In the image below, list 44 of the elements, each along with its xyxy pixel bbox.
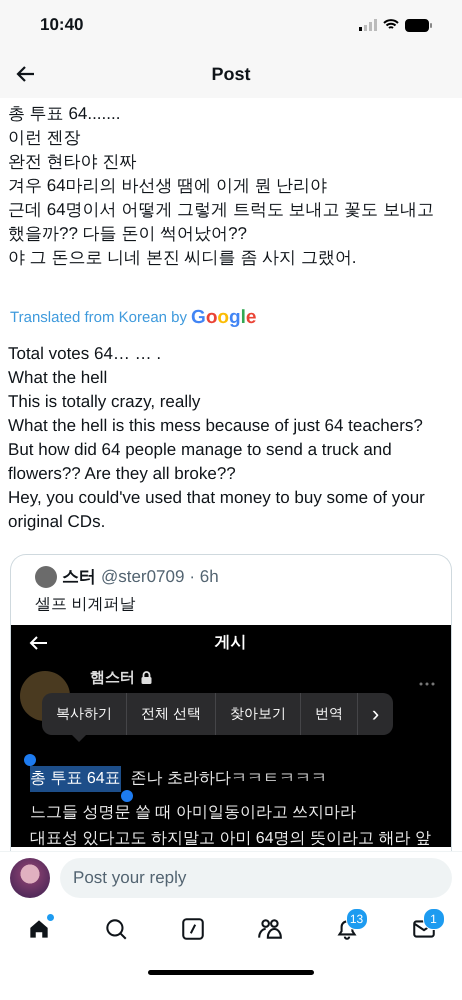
post-text-line: 총 투표 64....... [8,103,122,125]
translated-text-line: This is totally crazy, really [8,391,202,413]
screenshot-text: 존나 초라하다ㅋㅋㅌㅋㅋㅋ [130,769,328,789]
translated-text-line: But how did 64 people manage to send a truck and flowers?? Are they all broke?? [8,439,393,485]
menu-item[interactable]: 복사하기 [42,693,127,735]
compose-icon [180,916,206,942]
post-text-line: 겨우 64마리의 바선생 땜에 이게 뭔 난리야 [8,175,328,197]
author-name: 스터 [62,566,96,588]
count-badge: 13 [346,908,368,930]
screen-title: 게시 [214,633,246,653]
google-logo[interactable]: Google [191,306,256,330]
battery-icon [405,18,432,32]
translated-text-line: Total votes 64… … . [8,343,162,365]
screenshot-text: 느그들 성명문 쓸 때 아미일동이라고 쓰지마라 [29,803,358,823]
selected-text: 총 투표 64표 [30,766,121,792]
menu-item[interactable]: 찾아보기 [216,693,301,735]
count-badge: 1 [422,908,444,930]
avatar [35,566,57,588]
wifi-icon [383,19,399,31]
translation-label: Translated from Korean by [10,308,188,328]
translated-text-line: Hey, you could've used that money to buy some of your original CDs. [8,487,426,533]
user-avatar[interactable] [10,858,50,898]
back-arrow-icon [28,634,48,650]
author-handle: @ster0709 [101,566,184,586]
menu-item[interactable]: 전체 선택 [127,693,216,735]
post-text-line: 근데 64명이서 어떻게 그렇게 트럭도 보내고 꽃도 보내고 했을까?? 다들 돈이 썩어났어?? [8,199,435,245]
translated-text-line: What the hell is this mess because of just 64 teachers? [8,415,424,437]
menu-item[interactable]: › [358,693,394,735]
quote-text: 셀프 비계퍼날 [34,595,136,615]
post-text-line: 이런 젠장 [8,127,82,149]
menu-item[interactable]: 번역 [300,693,358,735]
status-time: 10:40 [40,15,84,35]
post-time: · 6h [189,566,219,586]
screenshot-text: 대표성 있다고도 하지말고 아미 64명의 뜻이라고 해라 앞 [29,829,432,849]
reply-field[interactable]: Post your reply [60,858,452,898]
translated-text-line: What the hell [8,367,108,389]
page-title: Post [211,64,250,84]
author-name: 햄스터 [90,668,135,686]
selection-handle[interactable] [24,754,36,766]
signal-icon [359,19,377,31]
selection-handle[interactable] [120,790,133,802]
more-icon[interactable] [419,682,435,686]
post-text-line: 야 그 돈으로 니네 본진 씨디를 좀 사지 그랬어. [8,247,358,269]
post-text-line: 완전 현타야 진짜 [8,151,138,173]
